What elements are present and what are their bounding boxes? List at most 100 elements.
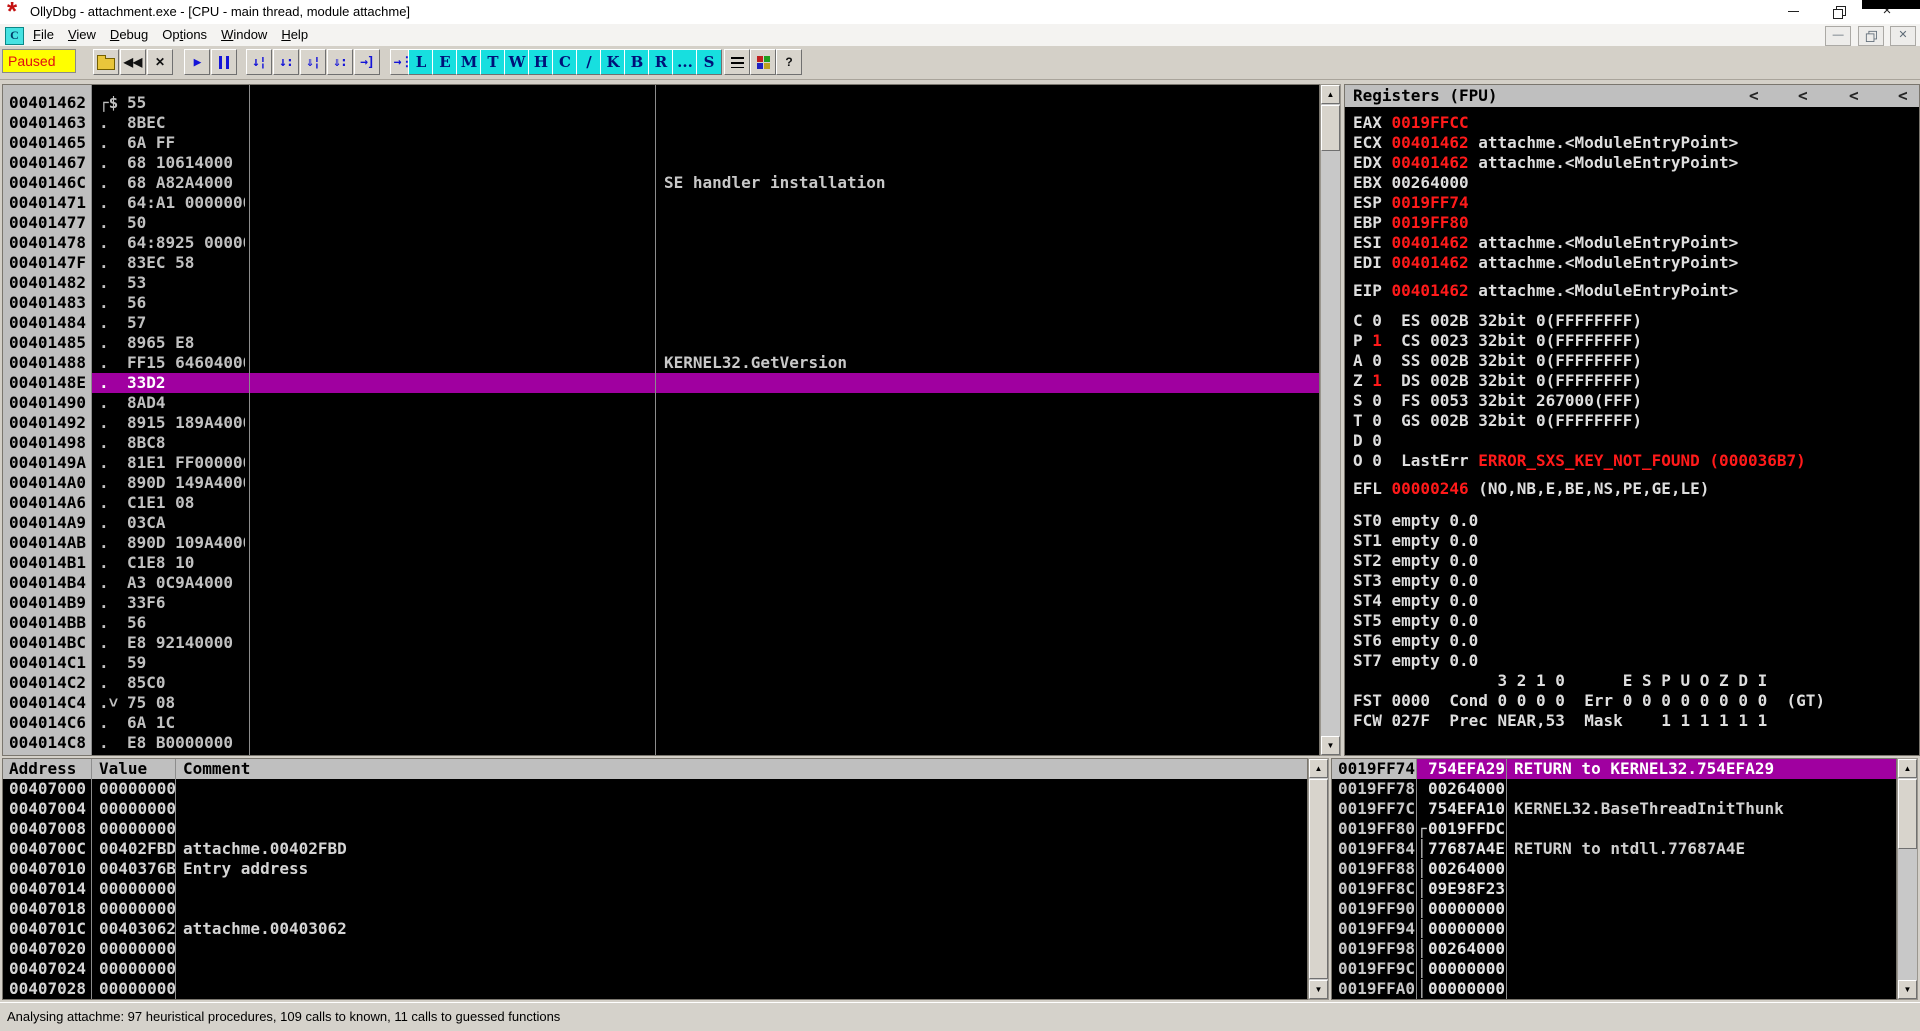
references-window-button[interactable]: R [648,49,674,75]
dump-row[interactable]: 0040700000000000 [3,779,1307,799]
disassembly-pane[interactable]: 00401462┌$55push ebp00401463.8BECmov ebp… [2,84,1320,756]
dump-row[interactable]: 0040700400000000 [3,799,1307,819]
stack-scrollbar[interactable]: ▲ ▼ [1897,758,1918,1000]
register-line[interactable]: ST2 empty 0.0 [1353,551,1825,571]
disasm-row[interactable]: 00401485.8965 E8mov [local.6],esp [3,333,1319,353]
dump-header-comment[interactable]: Comment [183,759,250,779]
register-line[interactable]: C 0 ES 002B 32bit 0(FFFFFFFF) [1353,311,1825,331]
disasm-row[interactable]: 00401462┌$55push ebp [3,93,1319,113]
disasm-row[interactable]: 00401498.8BC8mov ecx,eax [3,433,1319,453]
scroll-down-button[interactable]: ▼ [1898,980,1917,999]
step-into-button[interactable]: ↓¦ [246,49,272,75]
menu-item-window[interactable]: Window [214,24,274,46]
animate-over-button[interactable]: ⇓: [327,49,353,75]
run-trace-button[interactable]: ... [672,49,698,75]
disasm-row[interactable]: 004014BC.E8 92140000call attachme.004029… [3,633,1319,653]
disasm-row[interactable]: 00401463.8BECmov ebp,esp [3,113,1319,133]
dump-header-value[interactable]: Value [99,759,147,779]
register-line[interactable]: 3 2 1 0 E S P U O Z D I [1353,671,1825,691]
register-line[interactable]: ESI 00401462 attachme.<ModuleEntryPoint> [1353,233,1825,253]
disasm-row[interactable]: 004014C6.6A 1Cpush 1C [3,713,1319,733]
register-line[interactable]: EDX 00401462 attachme.<ModuleEntryPoint> [1353,153,1825,173]
dump-row[interactable]: 0040701C 00403062 attachme.00403062 [3,919,1307,939]
disasm-row[interactable]: 00401488.FF15 64604000call dword ptr ds:… [3,353,1319,373]
disasm-row[interactable]: 004014C1.59pop ecx [3,653,1319,673]
dump-row[interactable]: 0040700800000000 [3,819,1307,839]
mdi-close-button[interactable]: ✕ [1890,26,1916,46]
register-line[interactable]: ECX 00401462 attachme.<ModuleEntryPoint> [1353,133,1825,153]
disasm-row[interactable]: 004014AB.890D 109A4000mov dword ptr ds:[… [3,533,1319,553]
register-line[interactable]: T 0 GS 002B 32bit 0(FFFFFFFF) [1353,411,1825,431]
mdi-restore-button[interactable] [1857,26,1884,46]
source-window-button[interactable]: S [696,49,722,75]
register-line[interactable]: ST4 empty 0.0 [1353,591,1825,611]
register-line[interactable]: EBX 00264000 [1353,173,1825,193]
breakpoints-window-button[interactable]: B [624,49,650,75]
disasm-row[interactable]: 00401478.64:8925 00000000mov dword ptr f… [3,233,1319,253]
memory-map-button[interactable]: M [456,49,482,75]
scroll-thumb[interactable] [1309,779,1328,979]
memory-dump-pane[interactable]: Address Value Comment 004070000000000000… [2,758,1308,1000]
disasm-row[interactable]: 00401482.53push ebx [3,273,1319,293]
cpu-child-window-icon[interactable]: C [5,27,24,45]
step-over-button[interactable]: ↓: [273,49,299,75]
call-stack-button[interactable]: K [600,49,626,75]
disasm-row[interactable]: 004014C8.E8 B0000000call attachme.004015… [3,733,1319,753]
handles-window-button[interactable]: H [528,49,554,75]
register-line[interactable]: EAX 0019FFCC [1353,113,1825,133]
patches-window-button[interactable]: / [576,49,602,75]
menu-item-file[interactable]: File [26,24,61,46]
column-separator[interactable] [1506,759,1507,999]
scroll-down-button[interactable]: ▼ [1309,980,1328,999]
column-separator[interactable] [91,759,92,999]
run-button[interactable]: ▶ [184,49,210,75]
register-line[interactable]: EDI 00401462 attachme.<ModuleEntryPoint> [1353,253,1825,273]
disassembly-scrollbar[interactable]: ▲ ▼ [1320,84,1341,756]
scroll-thumb[interactable] [1321,105,1340,151]
execute-till-return-button[interactable]: →] [354,49,380,75]
scroll-up-button[interactable]: ▲ [1898,759,1917,778]
disasm-row[interactable]: 00401490.8AD4mov dl,ah [3,393,1319,413]
stack-pane[interactable]: 0019FF74 754EFA29 RETURN to KERNEL32.754EF… [1331,758,1897,1000]
pause-button[interactable] [211,49,237,75]
disasm-row[interactable]: 00401467.68 10614000push attachme.004061… [3,153,1319,173]
column-separator[interactable] [1416,759,1417,999]
dump-row[interactable]: 00407010 0040376B Entry address [3,859,1307,879]
disasm-row[interactable]: 004014BB.56push esi [3,613,1319,633]
disasm-row[interactable]: 00401492.8915 189A4000mov dword ptr ds:[… [3,413,1319,433]
disasm-row[interactable]: 0040147F.83EC 58sub esp,58 [3,253,1319,273]
collapse-section-button[interactable]: < [1849,86,1859,106]
disasm-row[interactable]: 00401465.6A FFpush -1 [3,133,1319,153]
column-separator[interactable] [655,85,656,755]
register-line[interactable]: ST7 empty 0.0 [1353,651,1825,671]
log-window-button[interactable]: L [408,49,434,75]
scroll-down-button[interactable]: ▼ [1321,736,1340,755]
register-line[interactable]: A 0 SS 002B 32bit 0(FFFFFFFF) [1353,351,1825,371]
debugging-options-button[interactable] [750,49,776,75]
cpu-window-button[interactable]: C [552,49,578,75]
register-line[interactable]: ST0 empty 0.0 [1353,511,1825,531]
collapse-section-button[interactable]: < [1798,86,1808,106]
restore-window-button[interactable] [1816,0,1862,24]
dump-row[interactable]: 00407014 00000000 [3,879,1307,899]
register-line[interactable]: FCW 027F Prec NEAR,53 Mask 1 1 1 1 1 1 [1353,711,1825,731]
register-line[interactable]: ESP 0019FF74 [1353,193,1825,213]
menu-item-view[interactable]: View [61,24,103,46]
disasm-row[interactable]: 0040146C.68 A82A4000push attachme.00402A… [3,173,1319,193]
help-button[interactable]: ? [776,49,802,75]
scroll-up-button[interactable]: ▲ [1321,85,1340,104]
disasm-row[interactable]: 004014A0.890D 149A4000mov dword ptr ds:[… [3,473,1319,493]
disasm-row[interactable]: 004014C2.85C0test eax,eax [3,673,1319,693]
open-file-button[interactable] [93,49,119,75]
register-line[interactable]: P 1 CS 0023 32bit 0(FFFFFFFF) [1353,331,1825,351]
dump-header-address[interactable]: Address [9,759,76,779]
disasm-row[interactable]: 004014B1.C1E8 10shr eax,10 [3,553,1319,573]
column-separator[interactable] [249,85,250,755]
dump-row[interactable]: 0040700C 00402FBD attachme.00402FBD [3,839,1307,859]
register-line[interactable]: O 0 LastErr ERROR_SXS_KEY_NOT_FOUND (000… [1353,451,1825,471]
threads-window-button[interactable]: T [480,49,506,75]
dump-row[interactable]: 00407018 00000000 [3,899,1307,919]
dump-row[interactable]: 00407028 00000000 [3,979,1307,999]
disasm-row-selected[interactable]: 0040148E.33D2xor edx,edx [3,373,1319,393]
stack-row[interactable]: 0019FFA4│00000000 [1332,999,1896,1000]
